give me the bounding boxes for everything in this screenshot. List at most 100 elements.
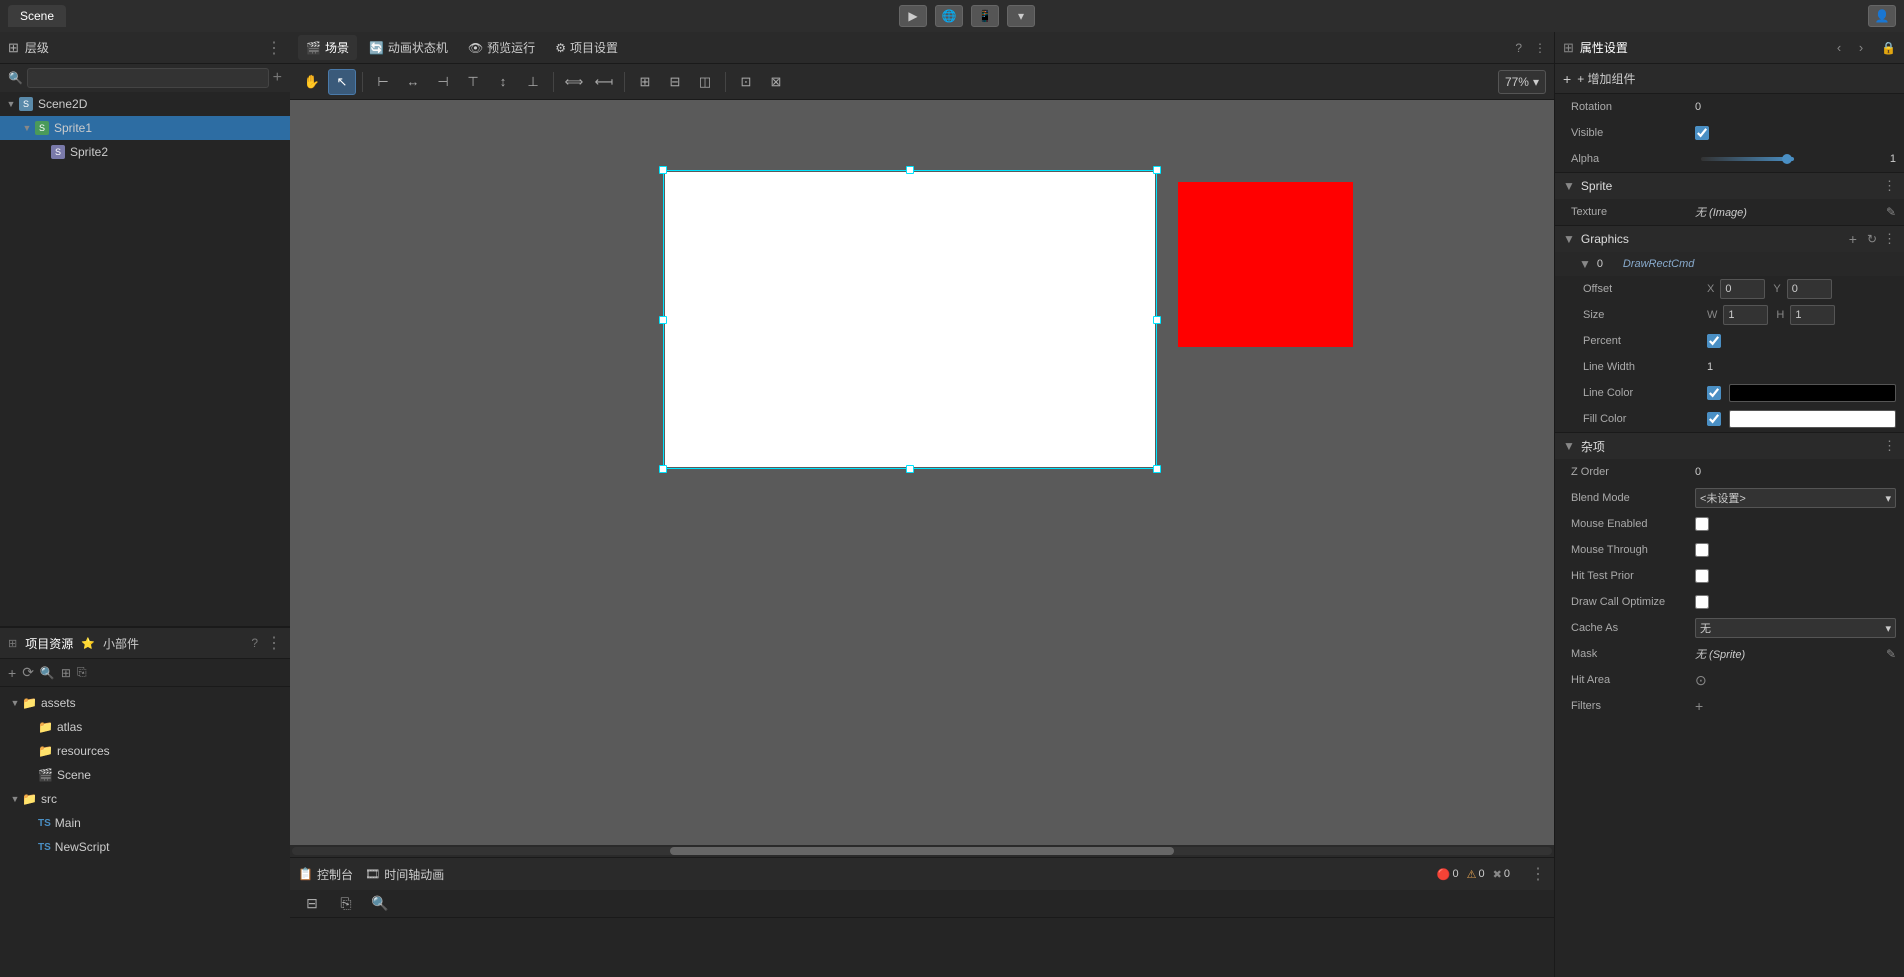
play-button[interactable]: ▶ xyxy=(899,5,927,27)
hittestprior-checkbox[interactable] xyxy=(1695,569,1709,583)
linecolor-swatch[interactable] xyxy=(1729,384,1896,402)
project-tab[interactable]: 项目资源 xyxy=(25,635,73,652)
project-add-btn[interactable]: + xyxy=(8,665,16,681)
canvas-area[interactable]: ↖ xyxy=(290,100,1554,845)
graphics-refresh-icon[interactable]: ↻ xyxy=(1867,232,1877,246)
more-btn-2[interactable]: ⊡ xyxy=(732,69,760,95)
globe-button[interactable]: 🌐 xyxy=(935,5,963,27)
misc-menu-icon[interactable]: ⋮ xyxy=(1883,438,1896,454)
fillcolor-swatch[interactable] xyxy=(1729,410,1896,428)
linecolor-checkbox[interactable] xyxy=(1707,386,1721,400)
console-clear-btn[interactable]: ⊟ xyxy=(298,891,326,917)
tree-item-sprite1[interactable]: ▼ S Sprite1 xyxy=(0,116,290,140)
layer-menu-icon[interactable]: ⋮ xyxy=(266,38,282,58)
layer-search-input[interactable] xyxy=(27,68,269,88)
tab-animation[interactable]: 🔄 动画状态机 xyxy=(361,35,456,60)
zoom-selector[interactable]: 77% ▾ xyxy=(1498,70,1546,94)
tree-item-scene2d[interactable]: ▼ S Scene2D xyxy=(0,92,290,116)
console-tab[interactable]: 📋 控制台 xyxy=(298,866,353,883)
console-search-btn[interactable]: 🔍 xyxy=(366,891,394,917)
align-middle-v-btn[interactable]: ↕ xyxy=(489,69,517,95)
user-button[interactable]: 👤 xyxy=(1868,5,1896,27)
prop-nav-next[interactable]: › xyxy=(1851,38,1871,58)
more-btn-1[interactable]: ◫ xyxy=(691,69,719,95)
cacheas-dropdown[interactable]: 无 ▾ xyxy=(1695,618,1896,638)
more-btn-3[interactable]: ⊠ xyxy=(762,69,790,95)
project-menu-icon[interactable]: ⋮ xyxy=(266,633,282,653)
drawrect-index: 0 xyxy=(1597,258,1617,270)
mouseenabled-checkbox[interactable] xyxy=(1695,517,1709,531)
hand-tool[interactable]: ✋ xyxy=(298,69,326,95)
project-grid-btn[interactable]: ⊞ xyxy=(61,666,71,680)
prop-nav-prev[interactable]: ‹ xyxy=(1829,38,1849,58)
select-tool[interactable]: ↖ xyxy=(328,69,356,95)
hitarea-edit-icon[interactable]: ⊙ xyxy=(1695,672,1707,689)
widget-tab[interactable]: 小部件 xyxy=(103,635,139,652)
drawrect-collapse-icon: ▼ xyxy=(1579,257,1591,271)
add-component-btn[interactable]: + + 增加组件 xyxy=(1555,64,1904,94)
alpha-slider[interactable] xyxy=(1701,157,1794,161)
scene-tab[interactable]: Scene xyxy=(8,5,66,27)
tab-preview[interactable]: 👁 预览运行 xyxy=(460,35,543,60)
scene-help-icon[interactable]: ? xyxy=(1515,41,1522,55)
horizontal-scrollbar-thumb[interactable] xyxy=(670,847,1174,855)
project-item-scene[interactable]: ▶ 🎬 Scene xyxy=(4,763,286,787)
fillcolor-checkbox[interactable] xyxy=(1707,412,1721,426)
align-center-h-btn[interactable]: ↔ xyxy=(399,69,427,95)
hitarea-label: Hit Area xyxy=(1571,674,1691,686)
blendmode-dropdown[interactable]: <未设置> ▾ xyxy=(1695,488,1896,508)
console-copy-btn[interactable]: ⎘ xyxy=(332,891,360,917)
rotation-value[interactable]: 0 xyxy=(1695,101,1896,113)
project-item-newscript[interactable]: ▶ TS NewScript xyxy=(4,835,286,859)
tab-scene[interactable]: 🎬 场景 xyxy=(298,35,357,60)
distribute-h-btn[interactable]: ⟺ xyxy=(560,69,588,95)
offset-y-input[interactable] xyxy=(1787,279,1832,299)
mobile-button[interactable]: 📱 xyxy=(971,5,999,27)
graphics-add-icon[interactable]: + xyxy=(1849,231,1857,247)
visible-checkbox[interactable] xyxy=(1695,126,1709,140)
grid-btn[interactable]: ⊞ xyxy=(631,69,659,95)
size-w-input[interactable] xyxy=(1723,305,1768,325)
mask-edit-icon[interactable]: ✎ xyxy=(1886,647,1896,661)
mousethrough-checkbox[interactable] xyxy=(1695,543,1709,557)
sprite-menu-icon[interactable]: ⋮ xyxy=(1883,178,1896,194)
zorder-value[interactable]: 0 xyxy=(1695,466,1896,478)
layer-add-icon[interactable]: + xyxy=(273,69,282,87)
align-top-btn[interactable]: ⊤ xyxy=(459,69,487,95)
texture-edit-icon[interactable]: ✎ xyxy=(1886,205,1896,219)
more-button[interactable]: ▾ xyxy=(1007,5,1035,27)
project-item-main[interactable]: ▶ TS Main xyxy=(4,811,286,835)
project-copy-btn[interactable]: ⎘ xyxy=(77,665,87,680)
lock-icon[interactable]: 🔒 xyxy=(1881,41,1896,55)
project-label-src: src xyxy=(41,792,57,806)
project-refresh-btn[interactable]: ⟳ xyxy=(22,664,34,681)
project-search-btn[interactable]: 🔍 xyxy=(40,666,55,680)
linewidth-value[interactable]: 1 xyxy=(1707,361,1896,373)
project-item-assets[interactable]: ▼ 📁 assets xyxy=(4,691,286,715)
canvas-scrollbar[interactable] xyxy=(290,845,1554,857)
graphics-menu-icon[interactable]: ⋮ xyxy=(1883,231,1896,247)
project-item-atlas[interactable]: ▶ 📁 atlas xyxy=(4,715,286,739)
align-right-btn[interactable]: ⊣ xyxy=(429,69,457,95)
project-help-icon[interactable]: ? xyxy=(251,636,258,650)
graphics-section-header[interactable]: ▼ Graphics + ↻ ⋮ xyxy=(1555,226,1904,252)
align-bottom-btn[interactable]: ⊥ xyxy=(519,69,547,95)
size-h-input[interactable] xyxy=(1790,305,1835,325)
offset-x-input[interactable] xyxy=(1720,279,1765,299)
align-left-btn[interactable]: ⊢ xyxy=(369,69,397,95)
project-item-src[interactable]: ▼ 📁 src xyxy=(4,787,286,811)
snap-btn[interactable]: ⊟ xyxy=(661,69,689,95)
project-item-resources[interactable]: ▶ 📁 resources xyxy=(4,739,286,763)
tree-item-sprite2[interactable]: ▶ S Sprite2 xyxy=(0,140,290,164)
tab-settings[interactable]: ⚙ 项目设置 xyxy=(547,35,626,60)
misc-section-header[interactable]: ▼ 杂项 ⋮ xyxy=(1555,433,1904,459)
drawcalloptimize-checkbox[interactable] xyxy=(1695,595,1709,609)
percent-checkbox[interactable] xyxy=(1707,334,1721,348)
distribute-v-btn[interactable]: ⟻ xyxy=(590,69,618,95)
scene-menu-icon[interactable]: ⋮ xyxy=(1534,41,1546,55)
console-menu-icon[interactable]: ⋮ xyxy=(1530,864,1546,884)
prop-filters: Filters + xyxy=(1555,693,1904,719)
timeline-tab[interactable]: 🎞 时间轴动画 xyxy=(365,866,444,883)
filters-add-icon[interactable]: + xyxy=(1695,698,1703,714)
sprite-section-header[interactable]: ▼ Sprite ⋮ xyxy=(1555,173,1904,199)
